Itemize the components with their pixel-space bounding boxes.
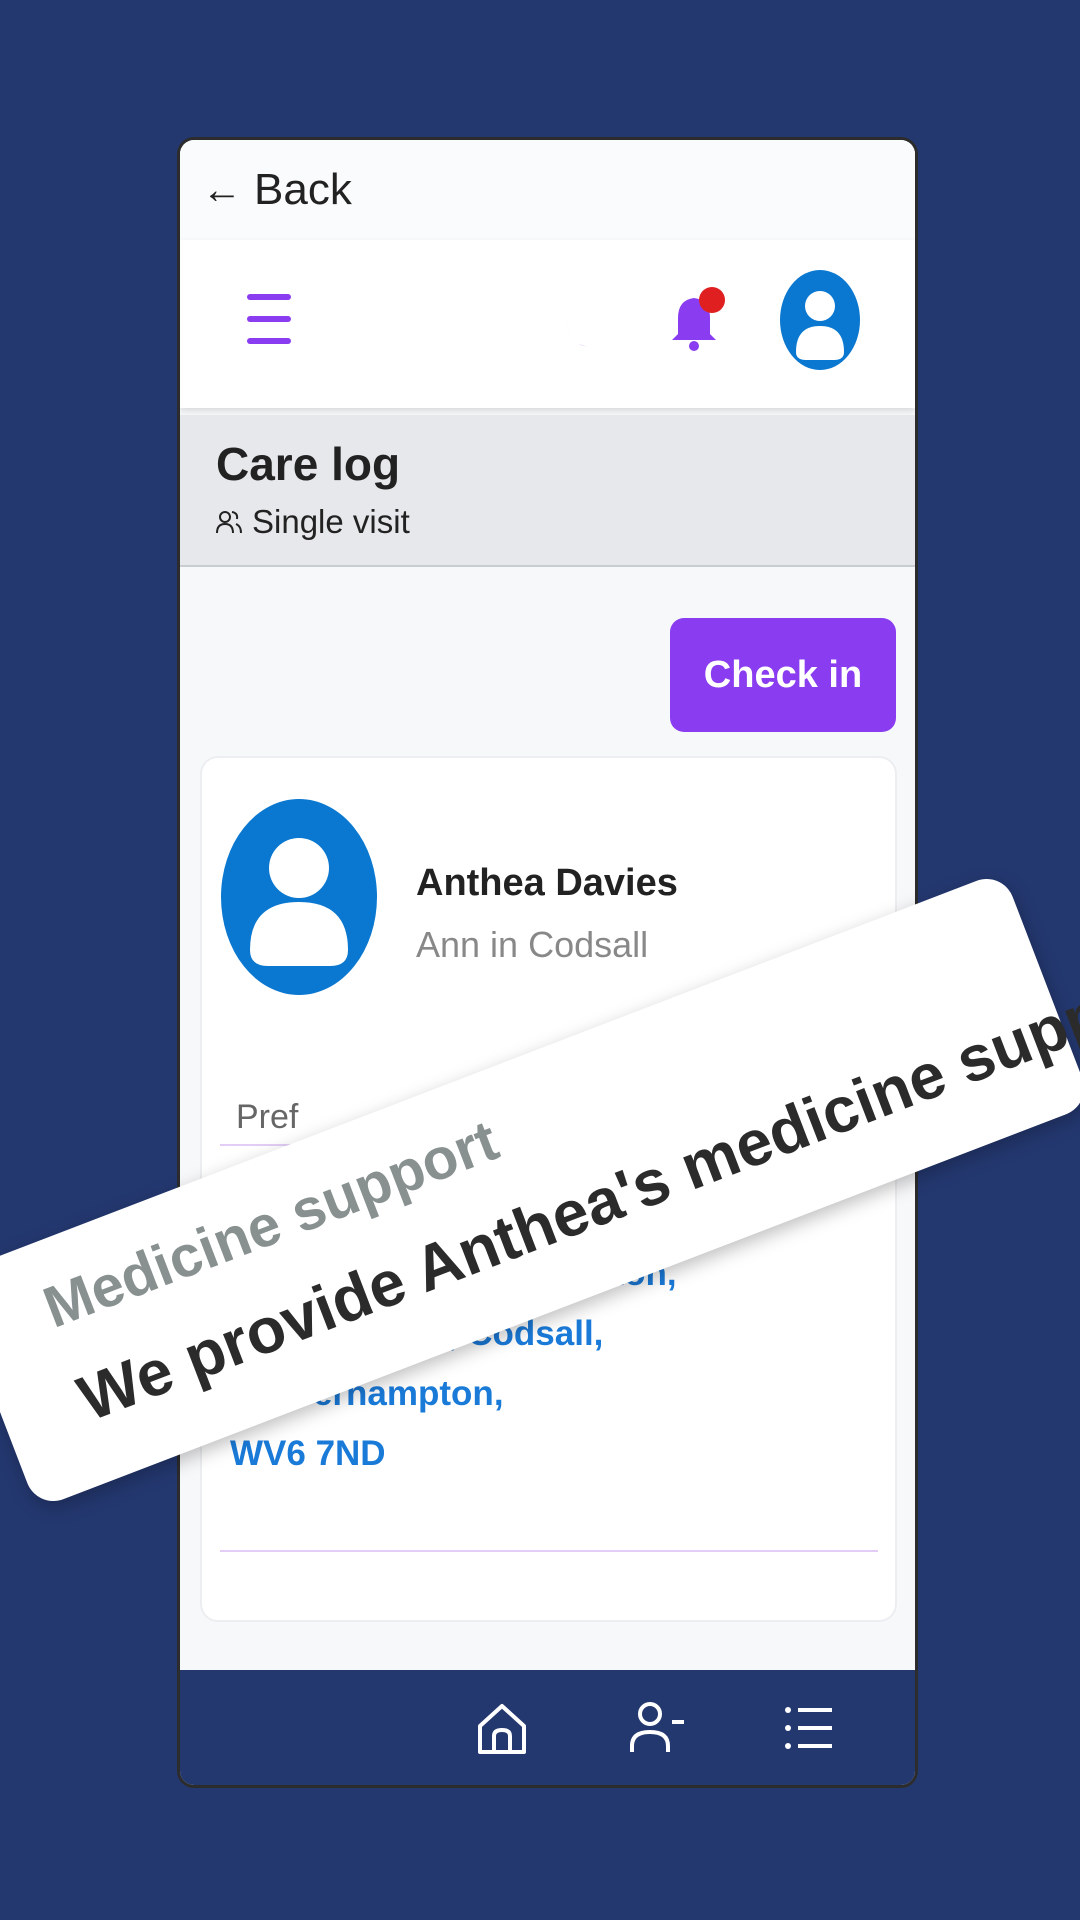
back-arrow-icon: ← bbox=[202, 167, 242, 212]
users-icon bbox=[216, 511, 242, 534]
preferred-label: Pref bbox=[236, 1098, 299, 1136]
back-link[interactable]: ← Back bbox=[180, 140, 915, 240]
list-icon[interactable] bbox=[780, 1698, 840, 1758]
notification-dot bbox=[699, 287, 725, 313]
back-label: Back bbox=[254, 165, 352, 214]
client-alias: Ann in Codsall bbox=[416, 924, 649, 965]
bottom-nav bbox=[180, 1670, 915, 1785]
user-minus-icon[interactable] bbox=[628, 1698, 688, 1758]
page-title-bar: Care log Single visit bbox=[180, 415, 915, 567]
app-header bbox=[180, 240, 915, 408]
address-line-3: WV6 7ND bbox=[230, 1434, 386, 1473]
bell-icon[interactable] bbox=[666, 286, 726, 356]
profile-avatar-icon[interactable] bbox=[778, 268, 862, 372]
visit-type-label: Single visit bbox=[252, 503, 410, 540]
check-in-button[interactable]: Check in bbox=[670, 618, 896, 732]
client-avatar-icon bbox=[220, 798, 378, 996]
visit-type: Single visit bbox=[216, 503, 915, 541]
address-divider bbox=[220, 1550, 878, 1552]
hamburger-menu-icon[interactable] bbox=[242, 292, 296, 346]
moon-icon[interactable] bbox=[560, 296, 616, 352]
client-name: Anthea Davies bbox=[416, 862, 678, 904]
page-title: Care log bbox=[216, 438, 401, 490]
home-icon[interactable] bbox=[472, 1698, 532, 1758]
